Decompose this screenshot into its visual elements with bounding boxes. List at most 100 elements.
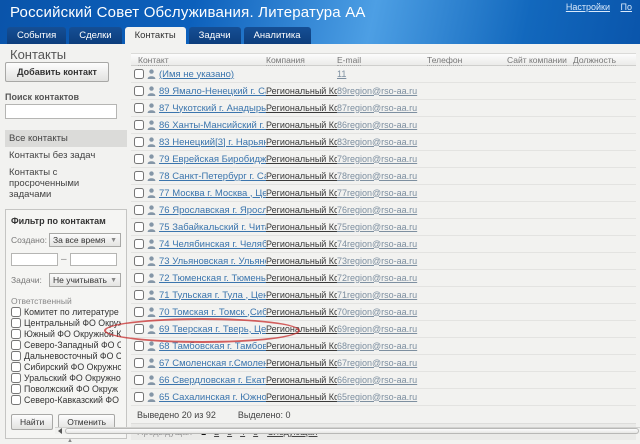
contact-name-link[interactable]: 75 Забайкальский г. Чита , З город [159,222,266,233]
responsible-checkbox-row[interactable]: Сибирский ФО Окружно [11,362,121,372]
row-checkbox[interactable] [134,171,144,181]
company-link[interactable]: Региональный Комитет [266,171,337,181]
contact-name-link[interactable]: 87 Чукотский г. Анадырь , Дальнев [159,103,266,114]
row-checkbox[interactable] [134,290,144,300]
responsible-checkbox-row[interactable]: Поволжский ФО Окруж [11,384,121,394]
company-link[interactable]: Региональный Комитет [266,103,337,113]
contact-name-link[interactable]: 67 Смоленская г.Смоленск , Центра [159,358,266,369]
contact-name-link[interactable]: (Имя не указано) [159,69,234,80]
tab[interactable]: Сделки [69,27,121,44]
settings-link[interactable]: Настройки [566,2,610,12]
responsible-checkbox[interactable] [11,395,21,405]
company-link[interactable]: Региональный Комитет [266,154,337,164]
company-link[interactable]: Региональный Комитет [266,120,337,130]
email-link[interactable]: 66region@rso-aa.ru [337,375,417,385]
tab[interactable]: Аналитика [244,27,311,44]
row-checkbox[interactable] [134,341,144,351]
email-link[interactable]: 79region@rso-aa.ru [337,154,417,164]
email-link[interactable]: 73region@rso-aa.ru [337,256,417,266]
row-checkbox[interactable] [134,239,144,249]
responsible-checkbox[interactable] [11,351,21,361]
company-link[interactable]: Региональный Комитет [266,324,337,334]
panel-resize-handle[interactable]: ▲ [66,439,74,443]
responsible-checkbox[interactable] [11,373,21,383]
company-link[interactable]: Региональный Комитет [266,307,337,317]
company-link[interactable]: Региональный Комитет [266,290,337,300]
horizontal-scrollbar[interactable] [55,427,640,434]
contact-name-link[interactable]: 73 Ульяновская г. Ульяновск, Прив [159,256,266,267]
contact-name-link[interactable]: 74 Челябинская г. Челябинск , Ура [159,239,266,250]
contact-name-link[interactable]: 72 Тюменская г. Тюмень Уральский [159,273,266,284]
column-header-email[interactable]: E-mail [337,55,361,66]
responsible-checkbox-row[interactable]: Северо-Западный ФО С [11,340,121,350]
company-link[interactable]: Региональный Комитет [266,392,337,402]
email-link[interactable]: 68region@rso-aa.ru [337,341,417,351]
contact-name-link[interactable]: 76 Ярославская г. Ярославль , Цен [159,205,266,216]
sidebar-nav-item[interactable]: Контакты без задач [5,147,127,164]
company-link[interactable]: Региональный Комитет [266,273,337,283]
row-checkbox[interactable] [134,307,144,317]
contact-name-link[interactable]: 89 Ямало-Ненецкий г. Салехард , У [159,86,266,97]
sidebar-nav-item[interactable]: Все контакты [5,130,127,147]
add-contact-button[interactable]: Добавить контакт [5,62,109,82]
column-header-contact[interactable]: Контакт [138,55,169,66]
email-link[interactable]: 77region@rso-aa.ru [337,188,417,198]
responsible-checkbox[interactable] [11,307,21,317]
responsible-checkbox[interactable] [11,362,21,372]
company-link[interactable]: Региональный Комитет [266,256,337,266]
contact-name-link[interactable]: 65 Сахалинская г. Южно-Сахалинск [159,392,266,403]
row-checkbox[interactable] [134,137,144,147]
email-link[interactable]: 74region@rso-aa.ru [337,239,417,249]
tab[interactable]: События [7,27,66,44]
responsible-checkbox-row[interactable]: Дальневосточный ФО С [11,351,121,361]
contact-name-link[interactable]: 70 Томская г. Томск ,Сибирский ФО [159,307,266,318]
created-select[interactable]: За все время ▼ [49,233,121,247]
email-link[interactable]: 87region@rso-aa.ru [337,103,417,113]
responsible-checkbox[interactable] [11,384,21,394]
row-checkbox[interactable] [134,256,144,266]
column-header-company[interactable]: Компания [266,55,305,66]
contact-name-link[interactable]: 78 Санкт-Петербург г. Санкт-Петерб [159,171,266,182]
company-link[interactable]: Региональный Комитет [266,137,337,147]
column-header-site[interactable]: Сайт компании [507,55,567,66]
row-checkbox[interactable] [134,375,144,385]
scroll-left-arrow-icon[interactable] [55,428,64,435]
email-link[interactable]: 76region@rso-aa.ru [337,205,417,215]
responsible-checkbox-row[interactable]: Южный ФО Окружной К [11,329,121,339]
email-link[interactable]: 83region@rso-aa.ru [337,137,417,147]
email-link[interactable]: 70region@rso-aa.ru [337,307,417,317]
responsible-checkbox-row[interactable]: Центральный ФО Окруж [11,318,121,328]
sidebar-nav-item[interactable]: Контакты с просроченными задачами [5,164,127,203]
responsible-checkbox-row[interactable]: Северо-Кавказский ФО [11,395,121,405]
company-link[interactable]: Региональный Комитет [266,86,337,96]
row-checkbox[interactable] [134,392,144,402]
tab[interactable]: Контакты [125,27,186,44]
company-link[interactable]: Региональный Комитет [266,358,337,368]
row-checkbox[interactable] [134,120,144,130]
responsible-checkbox[interactable] [11,318,21,328]
row-checkbox[interactable] [134,86,144,96]
date-from-input[interactable] [11,253,58,266]
email-link[interactable]: 78region@rso-aa.ru [337,171,417,181]
contact-name-link[interactable]: 79 Еврейская Биробиджан , Дальне [159,154,266,165]
responsible-checkbox[interactable] [11,340,21,350]
email-link[interactable]: 11 [337,69,346,79]
contact-name-link[interactable]: 71 Тульская г. Тула , Центральный [159,290,266,301]
email-link[interactable]: 69region@rso-aa.ru [337,324,417,334]
company-link[interactable]: Региональный Комитет [266,239,337,249]
scrollbar-thumb[interactable] [65,428,639,434]
row-checkbox[interactable] [134,103,144,113]
company-link[interactable]: Региональный Комитет [266,341,337,351]
row-checkbox[interactable] [134,205,144,215]
row-checkbox[interactable] [134,154,144,164]
contact-name-link[interactable]: 77 Москва г. Москва , Центральный [159,188,266,199]
responsible-checkbox-row[interactable]: Комитет по литературе [11,307,121,317]
find-button[interactable]: Найти [11,414,53,430]
row-checkbox[interactable] [134,188,144,198]
tab[interactable]: Задачи [189,27,241,44]
responsible-checkbox[interactable] [11,329,21,339]
email-link[interactable]: 72region@rso-aa.ru [337,273,417,283]
contact-name-link[interactable]: 68 Тамбовская г. Тамбов , Централ [159,341,266,352]
company-link[interactable]: Региональный Комитет [266,222,337,232]
email-link[interactable]: 75region@rso-aa.ru [337,222,417,232]
